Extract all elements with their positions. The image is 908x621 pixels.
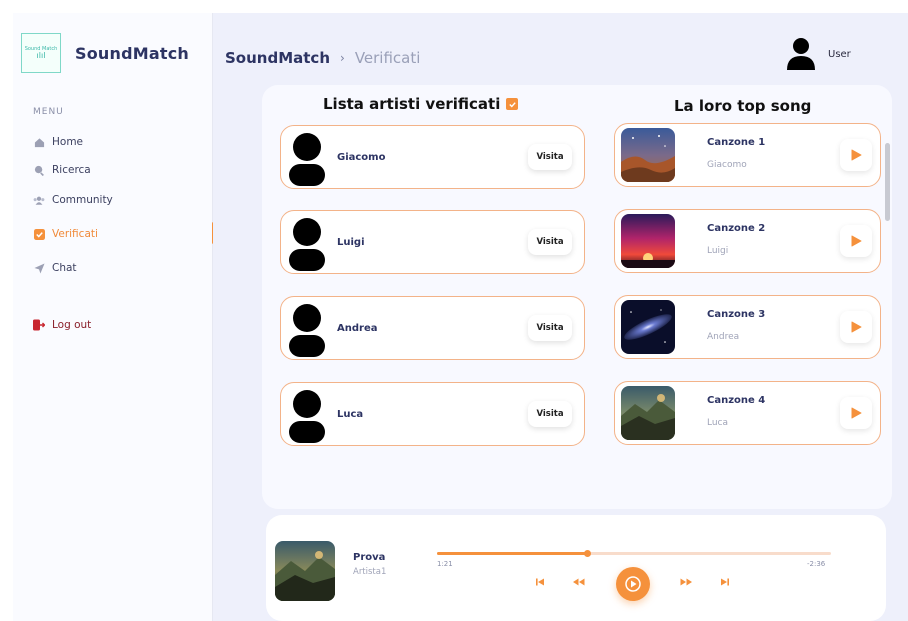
sidebar-item-ricerca[interactable]: Ricerca	[33, 164, 91, 176]
song-artist: Andrea	[707, 332, 740, 342]
visit-button[interactable]: Visita	[528, 401, 572, 427]
song-title: Canzone 4	[707, 395, 766, 406]
artist-name: Giacomo	[337, 152, 386, 163]
brand[interactable]: Sound Match ılıl SoundMatch	[21, 33, 189, 73]
fast-forward-button[interactable]	[680, 577, 693, 587]
artist-avatar-icon	[289, 390, 325, 443]
artist-card: Luigi Visita	[280, 210, 585, 274]
music-player: Prova Artista1 1:21 -2:36	[266, 515, 886, 621]
play-button[interactable]	[840, 397, 872, 429]
skip-previous-button[interactable]	[535, 577, 545, 587]
app-name: SoundMatch	[75, 43, 189, 63]
remaining-time: -2:36	[807, 560, 826, 568]
artist-name: Luigi	[337, 237, 365, 248]
play-button[interactable]	[840, 225, 872, 257]
play-button[interactable]	[840, 139, 872, 171]
sidebar-item-verificati[interactable]: Verificati	[33, 228, 98, 240]
play-icon	[625, 576, 641, 592]
song-card[interactable]: Canzone 3 Andrea	[614, 295, 881, 359]
play-icon	[851, 321, 862, 333]
search-icon	[33, 164, 45, 176]
visit-button[interactable]: Visita	[528, 144, 572, 170]
fast-forward-icon	[680, 578, 692, 586]
menu-label: MENU	[33, 107, 64, 117]
song-artist: Giacomo	[707, 160, 747, 170]
main-area: SoundMatch › Verificati User Lista artis…	[213, 13, 908, 621]
progress-slider[interactable]	[437, 550, 831, 557]
send-icon	[33, 262, 45, 274]
song-artist: Luigi	[707, 246, 729, 256]
song-card[interactable]: Canzone 2 Luigi	[614, 209, 881, 273]
song-title: Canzone 3	[707, 309, 766, 320]
breadcrumb: SoundMatch › Verificati	[225, 49, 420, 67]
logout-label: Log out	[52, 319, 92, 331]
skip-next-icon	[721, 578, 729, 586]
waveform-icon: ılıl	[36, 51, 46, 60]
sidebar-item-label: Community	[52, 194, 113, 206]
play-pause-button[interactable]	[616, 567, 650, 601]
user-avatar-icon	[787, 38, 815, 70]
song-cover-image	[621, 386, 675, 440]
artist-avatar-icon	[289, 304, 325, 357]
song-title: Canzone 2	[707, 223, 766, 234]
now-playing-cover	[275, 541, 335, 601]
artist-card: Andrea Visita	[280, 296, 585, 360]
app-logo: Sound Match ılıl	[21, 33, 61, 73]
home-icon	[33, 136, 45, 148]
songs-title: La loro top song	[674, 97, 812, 115]
elapsed-time: 1:21	[437, 560, 453, 568]
skip-previous-icon	[536, 578, 544, 586]
breadcrumb-app[interactable]: SoundMatch	[225, 49, 330, 67]
logout-button[interactable]: Log out	[33, 319, 91, 331]
logout-icon	[33, 319, 45, 331]
now-playing-artist: Artista1	[353, 567, 387, 577]
scrollbar[interactable]	[885, 143, 890, 221]
sidebar-item-label: Home	[52, 136, 84, 148]
user-menu[interactable]: User	[786, 37, 851, 71]
verified-panel: Lista artisti verificati La loro top son…	[262, 85, 892, 509]
progress-fill	[437, 552, 587, 555]
visit-button[interactable]: Visita	[528, 229, 572, 255]
breadcrumb-current: Verificati	[354, 49, 421, 67]
progress-handle[interactable]	[583, 550, 591, 557]
artist-card: Giacomo Visita	[280, 125, 585, 189]
skip-next-button[interactable]	[720, 577, 730, 587]
sidebar-item-chat[interactable]: Chat	[33, 262, 77, 274]
now-playing-title: Prova	[353, 552, 386, 563]
verified-icon	[33, 228, 45, 240]
rewind-button[interactable]	[572, 577, 585, 587]
song-cover-image	[621, 128, 675, 182]
artist-card: Luca Visita	[280, 382, 585, 446]
artists-title: Lista artisti verificati	[323, 95, 519, 113]
sidebar-item-label: Verificati	[52, 228, 98, 240]
artists-title-text: Lista artisti verificati	[323, 95, 501, 113]
song-cover-image	[621, 214, 675, 268]
visit-button[interactable]: Visita	[528, 315, 572, 341]
song-title: Canzone 1	[707, 137, 766, 148]
user-label: User	[828, 48, 851, 60]
song-card[interactable]: Canzone 4 Luca	[614, 381, 881, 445]
rewind-icon	[573, 578, 585, 586]
artist-avatar-icon	[289, 133, 325, 186]
artist-name: Luca	[337, 409, 364, 420]
play-icon	[851, 235, 862, 247]
artist-avatar-icon	[289, 218, 325, 271]
sidebar-item-label: Ricerca	[52, 164, 91, 176]
song-card[interactable]: Canzone 1 Giacomo	[614, 123, 881, 187]
verified-check-icon	[506, 98, 519, 110]
community-icon	[33, 194, 45, 206]
play-icon	[851, 149, 862, 161]
sidebar-item-label: Chat	[52, 262, 77, 274]
sidebar: Sound Match ılıl SoundMatch MENU Home Ri…	[13, 13, 215, 621]
breadcrumb-separator: ›	[340, 51, 345, 65]
play-icon	[851, 407, 862, 419]
play-button[interactable]	[840, 311, 872, 343]
sidebar-item-community[interactable]: Community	[33, 194, 113, 206]
sidebar-item-home[interactable]: Home	[33, 136, 83, 148]
artist-name: Andrea	[337, 323, 378, 334]
song-cover-image	[621, 300, 675, 354]
song-artist: Luca	[707, 418, 729, 428]
